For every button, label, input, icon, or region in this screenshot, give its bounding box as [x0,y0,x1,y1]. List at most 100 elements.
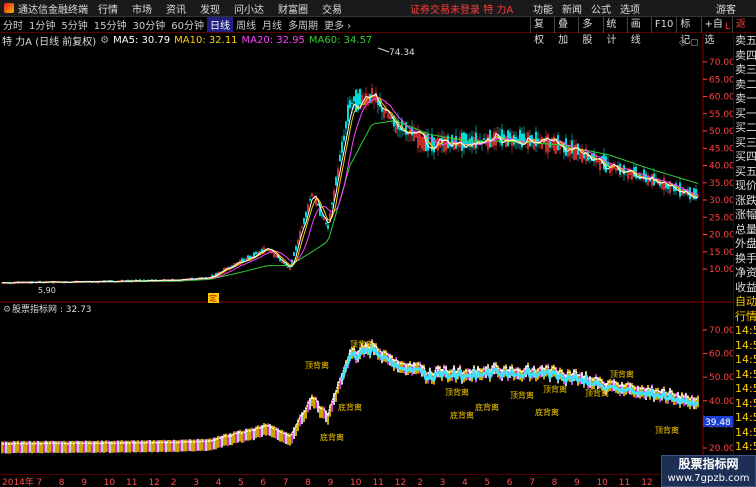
candle-body [347,104,349,122]
time-axis-label: 7 [36,478,42,487]
candle-body [399,128,401,131]
sidebar-item[interactable]: 行情 [734,310,756,325]
indicator-bar [311,394,313,407]
price-axis-label: 60.00 [709,93,733,103]
chart-canvas[interactable]: 70.00 65.00 60.00 55.00 50.00 45.00 40.00 35.00… [0,0,733,474]
price-axis-label: 30.00 [709,196,733,206]
candle-body [359,89,361,105]
panel-options-icon[interactable]: ◇ [679,38,686,48]
sidebar-item: 涨幅 [735,208,756,221]
sidebar-item: 外盘 [735,237,756,250]
sidebar-item[interactable]: 14:5 [734,324,756,339]
sidebar-item[interactable]: 14:5 [734,353,756,368]
candle-body [335,176,337,186]
candle-body [295,246,297,251]
time-axis-label: 5 [484,478,490,487]
candle-body [343,135,345,141]
indicator-bar [277,428,279,441]
candle-body [483,138,485,140]
price-axis-label: 70.00 [709,58,733,68]
bottom-divergence-label: 底背离 [535,407,559,417]
top-divergence-label: 顶背离 [305,360,329,370]
candle-body [317,203,319,206]
peak-price-label: 74.34 [389,48,415,58]
time-axis-label: 12 [395,478,406,487]
ding-marker: 定 [209,293,217,303]
top-divergence-label: 顶背离 [510,390,534,400]
sidebar-item: 卖二 [735,77,756,91]
indicator-gear-icon[interactable]: ⚙ [3,305,11,315]
ma20-line [2,97,699,284]
indicator-title: 股票指标网 : 32.73 [12,303,92,315]
candle-body [489,130,491,148]
sidebar-item: 现价 [735,179,756,192]
price-axis-label: 55.00 [709,110,733,120]
indicator-bar [263,423,265,435]
price-axis-label: 35.00 [709,179,733,189]
time-axis-label: 9 [574,478,580,487]
candle-body [451,134,453,146]
time-axis: 2014年 7 8 9 10 11 12 2 3 4 5 6 7 8 9 10 11 12 2 3 4 5 6 7 8 9 10 11… [0,474,733,487]
tool-fanhui[interactable]: 返回 [731,17,756,46]
time-axis-svg: 2014年 7 8 9 10 11 12 2 3 4 5 6 7 8 9 10 11 12 2 3 4 5 6 7 8 9 10 11… [2,476,714,487]
time-axis-label: 9 [81,478,87,487]
sidebar-item: 换手 [735,251,756,265]
sidebar-item[interactable]: 自动 [734,295,756,310]
time-axis-label: 3 [440,478,446,487]
sidebar-item[interactable]: 14:5 [734,368,756,383]
candle-body [309,199,311,201]
candle-body [327,224,329,229]
sidebar-item[interactable]: 14:5 [734,382,756,397]
indicator-bar [269,424,271,436]
price-axis-label: 45.00 [709,144,733,154]
bottom-divergence-label: 底背离 [450,410,474,420]
sidebar-item: 买三 [735,135,756,149]
candle-body [303,218,305,224]
time-axis-label: 7 [283,478,289,487]
indicator-bar [335,390,337,402]
sidebar-item: 净资 [735,266,756,279]
indicator-yaxis: 70.0060.0050.0040.0030.0020.00 [709,326,733,454]
time-axis-label: 12 [641,478,652,487]
time-axis-label: 12 [148,478,159,487]
watermark-title: 股票指标网 [678,457,739,471]
indicator-current-value: 39.48 [705,418,731,428]
main-price-grid [703,61,707,270]
indicator-bar [697,395,699,408]
sidebar-item: 卖四 [735,48,756,62]
candle-body [565,138,567,156]
candle-body [279,258,281,262]
candle-body [325,222,327,225]
candle-body [349,100,351,108]
candle-body [293,252,295,256]
price-axis-label: 40.00 [709,162,733,172]
time-axis-label: 7 [529,478,535,487]
candle-body [339,154,341,162]
sidebar-item[interactable]: 14:5 [734,440,756,455]
panel-collapse-icon[interactable]: ▢ [690,38,699,48]
indicator-axis-label: 50.00 [709,373,733,383]
candle-body [381,107,383,112]
sidebar-item[interactable]: 14:5 [734,397,756,412]
price-axis-label: 10.00 [709,265,733,275]
bottom-divergence-label: 底背离 [338,402,362,412]
candle-body [465,133,467,145]
candle-body [467,141,469,144]
sidebar-item: 买四 [735,150,756,163]
sidebar-item[interactable]: 14:5 [734,339,756,354]
indicator-axis-label: 40.00 [709,397,733,407]
sidebar-item[interactable]: 14:5 [734,411,756,426]
candle-body [255,252,257,255]
sidebar-item: 涨跌 [735,193,756,207]
candle-body [535,131,537,147]
watermark: 股票指标网 www.7gpzb.com [661,455,756,487]
top-divergence-label: 顶背离 [585,388,609,398]
time-axis-label: 10 [596,478,608,487]
main-price-yaxis: 70.00 65.00 60.00 55.00 50.00 45.00 40.00 35.00… [709,58,733,275]
time-axis-label: 5 [238,478,244,487]
time-axis-label: 11 [126,478,137,487]
peak-price-pointer [377,47,390,53]
sidebar-item: 买二 [735,121,756,134]
candle-body [341,141,343,153]
sidebar-item[interactable]: 14:5 [734,426,756,441]
